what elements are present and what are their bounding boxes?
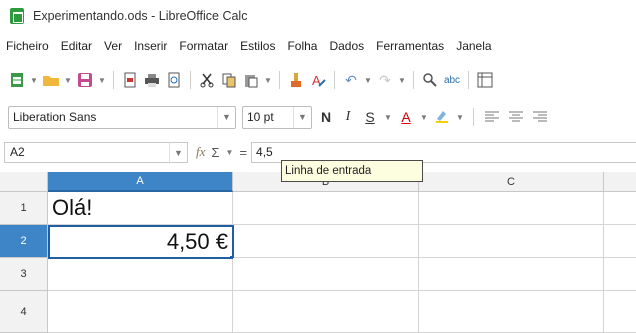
formula-tools: fx Σ ▼ =	[196, 142, 247, 162]
row-header-4[interactable]: 4	[0, 291, 48, 333]
column-header-a[interactable]: A	[48, 172, 233, 192]
menu-janela[interactable]: Janela	[456, 39, 491, 53]
redo-icon[interactable]: ↷	[376, 70, 394, 90]
calc-app-icon	[10, 8, 24, 24]
window-title: Experimentando.ods - LibreOffice Calc	[33, 9, 248, 23]
clone-formatting-icon[interactable]	[287, 70, 305, 90]
cell-c1[interactable]	[419, 192, 604, 225]
toolbar-separator	[279, 71, 280, 89]
menu-editar[interactable]: Editar	[61, 39, 92, 53]
print-icon[interactable]	[143, 70, 161, 90]
cell-c4[interactable]	[419, 291, 604, 333]
highlight-color-icon[interactable]	[434, 108, 450, 127]
undo-icon[interactable]: ↶	[342, 70, 360, 90]
cell-a4[interactable]	[48, 291, 233, 333]
menu-dados[interactable]: Dados	[329, 39, 364, 53]
column-header-d[interactable]	[604, 172, 636, 192]
chevron-down-icon[interactable]: ▼	[384, 107, 392, 127]
chevron-down-icon[interactable]: ▼	[30, 70, 38, 90]
cell-a1[interactable]: Olá!	[48, 192, 233, 225]
find-replace-icon[interactable]	[421, 70, 439, 90]
print-preview-icon[interactable]	[165, 70, 183, 90]
row-header-2[interactable]: 2	[0, 225, 48, 258]
chevron-down-icon[interactable]: ▼	[225, 142, 233, 162]
toolbar-separator	[113, 71, 114, 89]
spelling-icon[interactable]: abc	[443, 70, 461, 90]
cell-c2[interactable]	[419, 225, 604, 258]
formatting-toolbar: Liberation Sans ▼ 10 pt ▼ N I S ▼ A ▼ ▼	[0, 103, 636, 131]
menu-folha[interactable]: Folha	[287, 39, 317, 53]
name-box-value: A2	[10, 145, 25, 159]
row-header-1[interactable]: 1	[0, 192, 48, 225]
cell-d3[interactable]	[604, 258, 636, 291]
open-folder-icon[interactable]	[42, 70, 60, 90]
toolbar-separator	[413, 71, 414, 89]
cell-c3[interactable]	[419, 258, 604, 291]
input-line-tooltip: Linha de entrada	[281, 160, 423, 182]
cell-b2[interactable]	[234, 225, 419, 258]
chevron-down-icon[interactable]: ▼	[398, 70, 406, 90]
menu-ver[interactable]: Ver	[104, 39, 122, 53]
chevron-down-icon[interactable]: ▼	[264, 70, 272, 90]
menu-estilos[interactable]: Estilos	[240, 39, 275, 53]
chevron-down-icon[interactable]: ▼	[456, 107, 464, 127]
toolbar-separator	[190, 71, 191, 89]
chevron-down-icon[interactable]: ▼	[64, 70, 72, 90]
title-bar: Experimentando.ods - LibreOffice Calc	[0, 0, 636, 32]
spreadsheet-grid: A B C 1 Olá! 2 4,50 € 3 4	[0, 172, 636, 333]
toolbar-separator	[468, 71, 469, 89]
name-box[interactable]: A2 ▼	[4, 141, 188, 164]
cut-icon[interactable]	[198, 70, 216, 90]
formula-equals-icon[interactable]: =	[239, 145, 247, 160]
cell-a3[interactable]	[48, 259, 233, 291]
save-icon[interactable]	[76, 70, 94, 90]
font-size-combobox[interactable]: 10 pt ▼	[242, 105, 312, 129]
function-wizard-icon[interactable]: fx	[196, 144, 205, 160]
italic-button[interactable]: I	[340, 109, 356, 125]
align-center-icon[interactable]	[507, 107, 525, 127]
font-name-combobox[interactable]: Liberation Sans ▼	[8, 105, 236, 129]
export-pdf-icon[interactable]	[121, 70, 139, 90]
clear-formatting-icon[interactable]: A	[309, 70, 327, 90]
underline-button[interactable]: S	[362, 109, 378, 125]
cell-b1[interactable]	[233, 192, 419, 225]
menu-ficheiro[interactable]: Ficheiro	[6, 39, 49, 53]
align-left-icon[interactable]	[483, 107, 501, 127]
cell-d1[interactable]	[604, 192, 636, 225]
menu-ferramentas[interactable]: Ferramentas	[376, 39, 444, 53]
bold-button[interactable]: N	[318, 109, 334, 125]
cell-a2[interactable]: 4,50 €	[48, 225, 234, 259]
row-column-icon[interactable]	[476, 70, 494, 90]
chevron-down-icon[interactable]: ▼	[293, 106, 311, 128]
cell-b3[interactable]	[233, 258, 419, 291]
row-header-3[interactable]: 3	[0, 258, 48, 291]
chevron-down-icon[interactable]: ▼	[98, 70, 106, 90]
toolbar-separator	[473, 108, 474, 126]
chevron-down-icon[interactable]: ▼	[217, 106, 235, 128]
cell-b4[interactable]	[233, 291, 419, 333]
copy-icon[interactable]	[220, 70, 238, 90]
paste-icon[interactable]	[242, 70, 260, 90]
sum-icon[interactable]: Σ	[211, 145, 219, 160]
font-color-button[interactable]: A	[398, 109, 414, 125]
chevron-down-icon[interactable]: ▼	[169, 142, 187, 164]
toolbar-separator	[334, 71, 335, 89]
new-document-icon[interactable]	[8, 70, 26, 90]
font-size-value: 10 pt	[247, 110, 274, 124]
chevron-down-icon[interactable]: ▼	[364, 70, 372, 90]
cell-d4[interactable]	[604, 291, 636, 333]
menu-formatar[interactable]: Formatar	[179, 39, 228, 53]
formula-input-value: 4,5	[256, 145, 273, 159]
font-name-value: Liberation Sans	[13, 110, 97, 124]
menu-inserir[interactable]: Inserir	[134, 39, 167, 53]
standard-toolbar: ▼ ▼ ▼ ▼ A ↶ ▼ ↷ ▼ abc	[0, 66, 636, 94]
chevron-down-icon[interactable]: ▼	[420, 107, 428, 127]
column-header-c[interactable]: C	[419, 172, 604, 192]
cell-d2[interactable]	[604, 225, 636, 258]
align-right-icon[interactable]	[531, 107, 549, 127]
menu-bar: Ficheiro Editar Ver Inserir Formatar Est…	[0, 36, 636, 56]
select-all-corner[interactable]	[0, 172, 48, 192]
